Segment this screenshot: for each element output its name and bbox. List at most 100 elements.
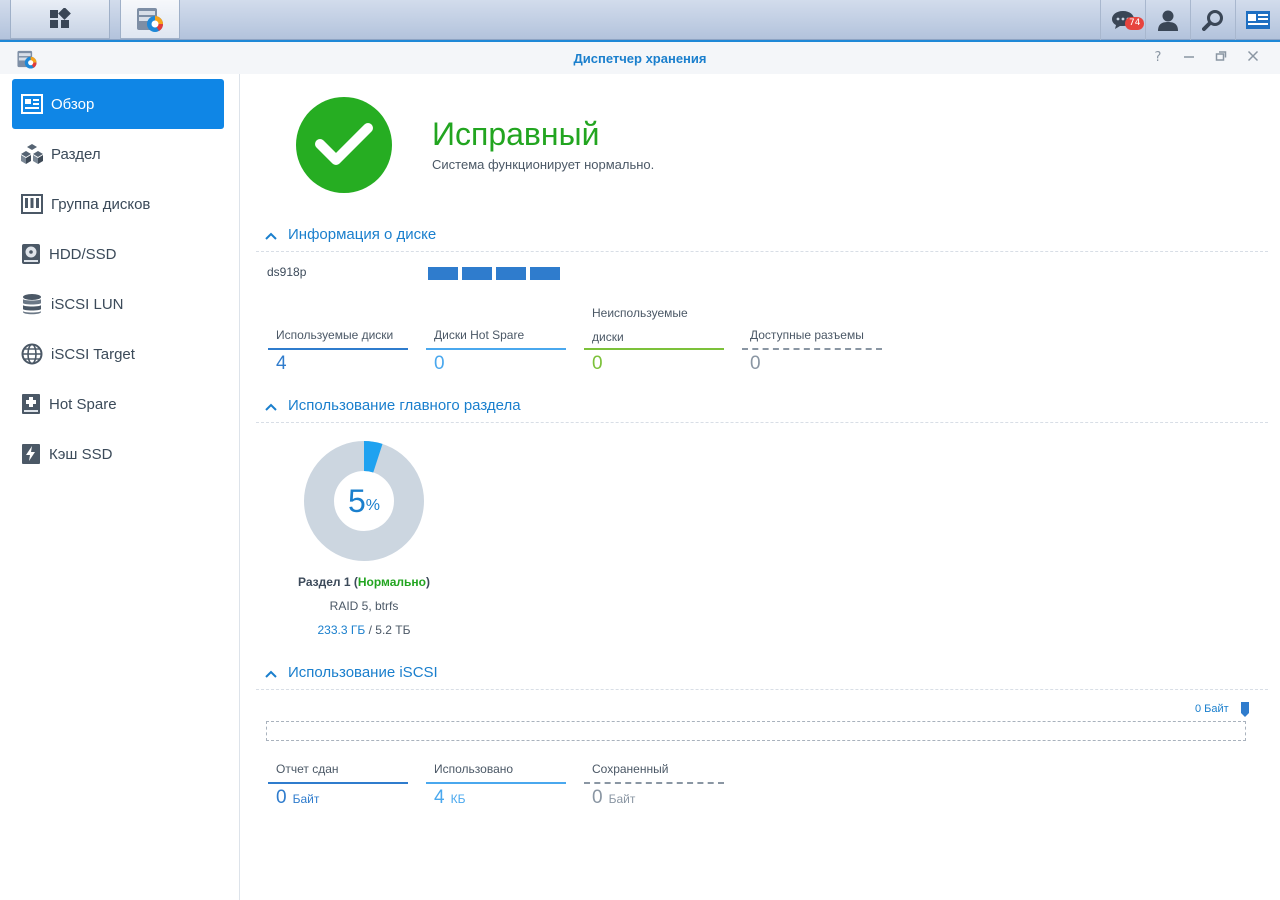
storage-manager-app-icon bbox=[137, 8, 164, 32]
disk-slot[interactable] bbox=[530, 267, 560, 280]
capacity-separator: / bbox=[368, 623, 372, 637]
volume-state: Нормально bbox=[357, 575, 427, 589]
sidebar-item-label: Обзор bbox=[51, 95, 95, 113]
device-name: ds918p bbox=[267, 265, 307, 279]
sidebar-item-label: HDD/SSD bbox=[49, 245, 117, 263]
minimize-icon bbox=[1184, 56, 1194, 58]
hot-spare-icon bbox=[22, 394, 40, 414]
stat-value: 4 bbox=[434, 787, 445, 808]
sidebar-item-iscsi-lun[interactable]: iSCSI LUN bbox=[12, 279, 224, 329]
bookmark-marker-icon bbox=[1241, 702, 1249, 717]
stat-underline bbox=[426, 348, 566, 350]
stat-unused-disks: Неиспользуемые диски 0 bbox=[584, 301, 724, 375]
checkmark-icon bbox=[315, 123, 373, 165]
stat-label: Неиспользуемые диски bbox=[592, 306, 688, 344]
section-title: Использование iSCSI bbox=[288, 664, 438, 681]
volume-total: 5.2 ТБ bbox=[375, 623, 411, 637]
volume-icon bbox=[21, 144, 43, 164]
minimize-button[interactable] bbox=[1180, 50, 1198, 66]
stat-label: Сохраненный bbox=[592, 762, 669, 776]
stat-underline bbox=[742, 348, 882, 350]
close-button[interactable] bbox=[1244, 50, 1262, 66]
ssd-cache-icon bbox=[22, 444, 40, 464]
stat-iscsi-used: Использовано 4 КБ bbox=[426, 759, 566, 809]
chevron-up-icon bbox=[265, 232, 277, 240]
chevron-up-icon bbox=[265, 403, 277, 411]
sidebar-item-overview[interactable]: Обзор bbox=[12, 79, 224, 129]
close-icon bbox=[1247, 50, 1259, 62]
stat-value: 0 bbox=[592, 353, 603, 374]
section-iscsi-usage[interactable]: Использование iSCSI bbox=[256, 664, 1268, 690]
stat-value: 0 bbox=[750, 353, 761, 374]
sidebar-item-label: iSCSI LUN bbox=[51, 295, 124, 313]
sidebar-item-label: Кэш SSD bbox=[49, 445, 113, 463]
hdd-icon bbox=[22, 244, 40, 264]
user-menu-button[interactable] bbox=[1145, 0, 1190, 40]
volume-state-close: ) bbox=[426, 575, 431, 589]
stat-value: 0 bbox=[276, 787, 287, 808]
donut-label: 5 % bbox=[304, 441, 424, 561]
volume-used: 233.3 ГБ bbox=[317, 623, 366, 637]
overview-icon bbox=[21, 94, 43, 114]
storage-manager-task-button[interactable] bbox=[120, 0, 180, 39]
stat-value: 4 bbox=[276, 353, 287, 374]
sidebar-item-hot-spare[interactable]: Hot Spare bbox=[12, 379, 224, 429]
notification-count-badge: 74 bbox=[1125, 17, 1145, 30]
notifications-button[interactable]: 74 bbox=[1100, 0, 1145, 40]
stat-underline bbox=[268, 348, 408, 350]
overview-panel: Исправный Система функционирует нормальн… bbox=[240, 74, 1280, 900]
stat-underline bbox=[426, 782, 566, 784]
stat-underline bbox=[268, 782, 408, 784]
sidebar-item-hdd-ssd[interactable]: HDD/SSD bbox=[12, 229, 224, 279]
apps-grid-icon bbox=[50, 8, 71, 28]
volume-title[interactable]: Раздел 1 (Нормально) bbox=[240, 575, 488, 589]
iscsi-max-label: 0 Байт bbox=[1195, 703, 1229, 715]
disk-slot[interactable] bbox=[496, 267, 526, 280]
sidebar-item-ssd-cache[interactable]: Кэш SSD bbox=[12, 429, 224, 479]
sidebar-item-label: iSCSI Target bbox=[51, 345, 135, 363]
restore-button[interactable] bbox=[1212, 50, 1230, 66]
sidebar-item-label: Hot Spare bbox=[49, 395, 117, 413]
stat-iscsi-reported: Отчет сдан 0 Байт bbox=[268, 759, 408, 809]
target-icon bbox=[21, 343, 43, 365]
sidebar: Обзор Раздел Группа дисков HDD/SSD iSCSI… bbox=[0, 74, 240, 900]
stat-label: Диски Hot Spare bbox=[434, 328, 525, 342]
volume-usage-donut: 5 % bbox=[304, 441, 424, 561]
sidebar-item-disk-group[interactable]: Группа дисков bbox=[12, 179, 224, 229]
sidebar-item-volume[interactable]: Раздел bbox=[12, 129, 224, 179]
stat-underline bbox=[584, 782, 724, 784]
iscsi-usage-bar bbox=[266, 721, 1246, 741]
disk-slot[interactable] bbox=[428, 267, 458, 280]
section-volume-usage[interactable]: Использование главного раздела bbox=[256, 397, 1268, 423]
usage-percent-sign: % bbox=[365, 497, 381, 514]
widgets-button[interactable] bbox=[1235, 0, 1280, 40]
help-icon: ? bbox=[1154, 50, 1162, 65]
stat-unit: Байт bbox=[292, 792, 320, 806]
disk-slot[interactable] bbox=[462, 267, 492, 280]
desktop-taskbar: 74 bbox=[0, 0, 1280, 40]
stat-value: 0 bbox=[434, 353, 445, 374]
main-menu-button[interactable] bbox=[10, 0, 110, 39]
health-status-indicator bbox=[296, 97, 392, 193]
sidebar-item-label: Группа дисков bbox=[51, 195, 151, 213]
help-button[interactable]: ? bbox=[1149, 50, 1167, 65]
sidebar-item-iscsi-target[interactable]: iSCSI Target bbox=[12, 329, 224, 379]
user-icon bbox=[1158, 10, 1178, 31]
chevron-up-icon bbox=[265, 670, 277, 678]
disk-group-icon bbox=[21, 194, 43, 214]
stat-available-slots: Доступные разъемы 0 bbox=[742, 325, 882, 375]
section-disk-info[interactable]: Информация о диске bbox=[256, 226, 1268, 252]
section-title: Информация о диске bbox=[288, 226, 437, 243]
stat-unit: КБ bbox=[450, 792, 466, 806]
stat-label: Использовано bbox=[434, 762, 514, 776]
window-titlebar[interactable]: Диспетчер хранения ? bbox=[0, 40, 1280, 74]
stat-label: Отчет сдан bbox=[276, 762, 339, 776]
stat-iscsi-saved: Сохраненный 0 Байт bbox=[584, 759, 724, 809]
usage-percent: 5 bbox=[347, 482, 366, 519]
widgets-icon bbox=[1246, 11, 1270, 29]
search-button[interactable] bbox=[1190, 0, 1235, 40]
search-icon bbox=[1202, 10, 1223, 31]
health-status-subtitle: Система функционирует нормально. bbox=[432, 157, 655, 172]
window-title: Диспетчер хранения bbox=[573, 51, 707, 66]
stat-label: Используемые диски bbox=[276, 328, 394, 342]
